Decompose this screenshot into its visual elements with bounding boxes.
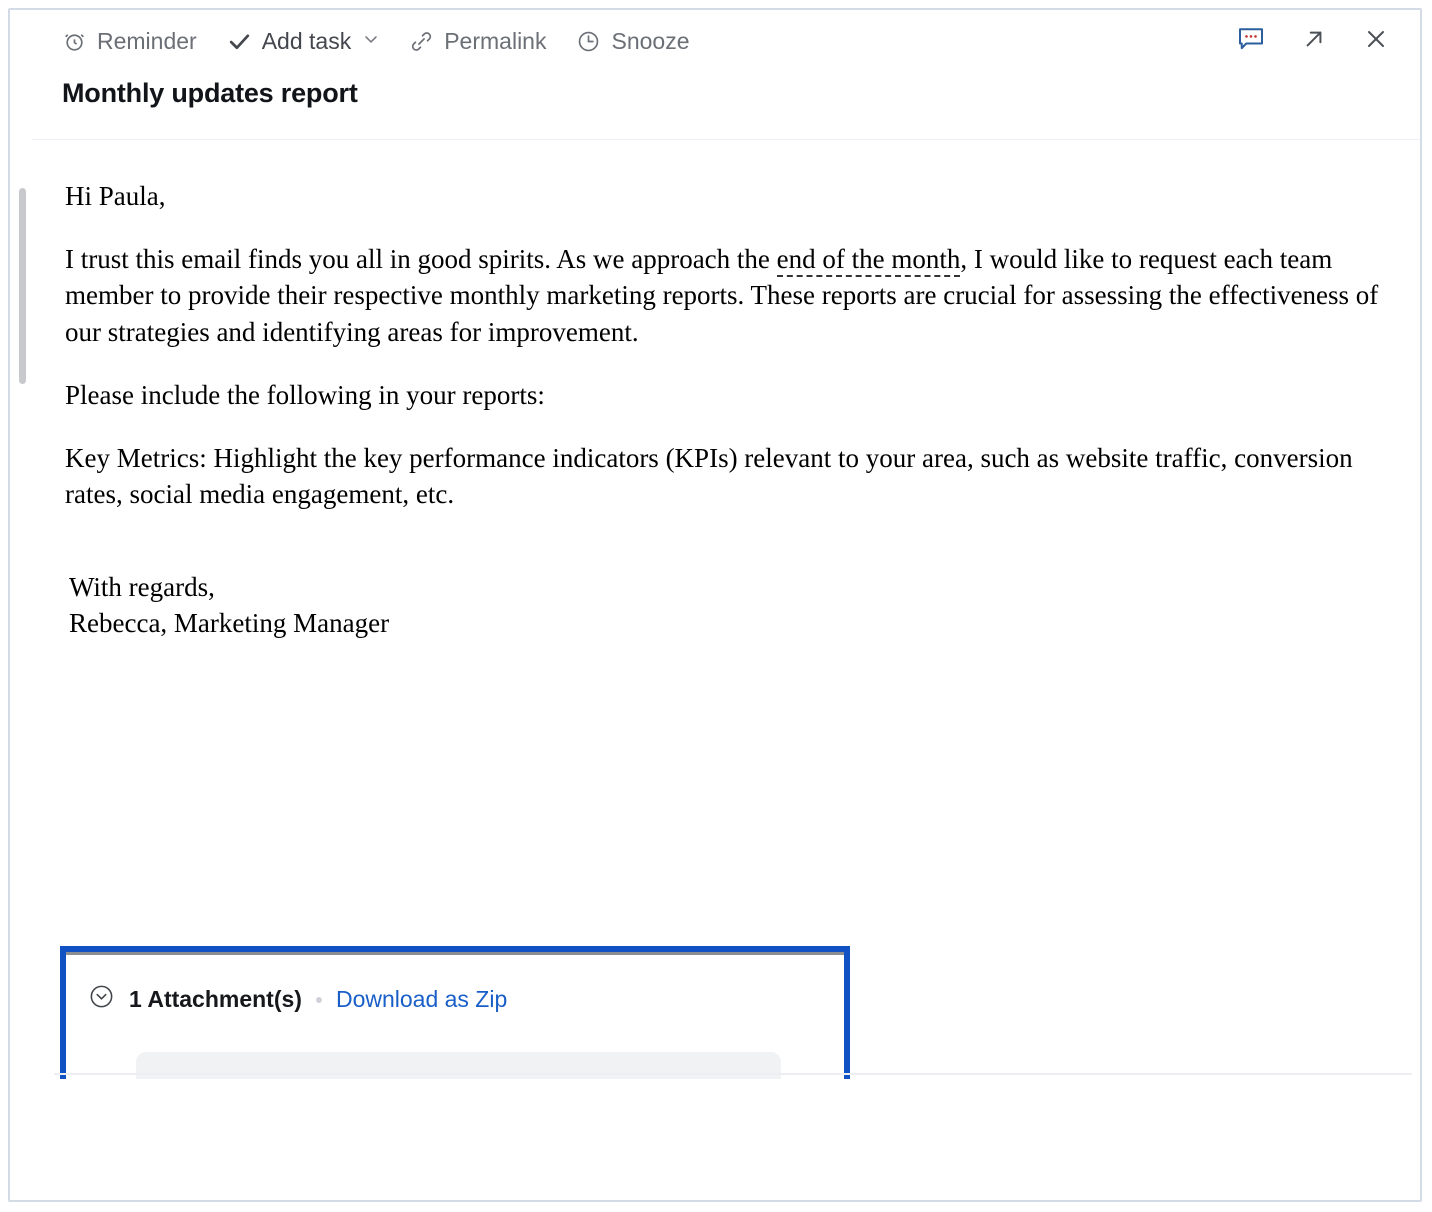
clock-icon: [576, 29, 601, 54]
footer-bottom-line: [54, 1073, 1412, 1075]
alarm-clock-icon: [62, 29, 87, 54]
attachments-highlight-box: 1 Attachment(s) Download as Zip: [60, 946, 850, 1079]
attachments-header: 1 Attachment(s) Download as Zip: [88, 983, 844, 1016]
email-toolbar: Reminder Add task Permalink Snooze: [32, 10, 1420, 72]
add-task-button[interactable]: Add task: [227, 27, 352, 54]
reminder-label: Reminder: [97, 27, 197, 54]
add-task-dropdown-toggle[interactable]: [361, 29, 381, 54]
paragraph-1-part-a: I trust this email finds you all in good…: [65, 244, 777, 275]
scrollbar-thumb[interactable]: [19, 188, 26, 384]
chevron-down-icon: [361, 29, 381, 54]
paragraph-1: I trust this email finds you all in good…: [65, 241, 1380, 350]
screenshot-root: Reminder Add task Permalink Snooze Month…: [0, 0, 1432, 1212]
signoff-line: With regards,: [69, 572, 215, 603]
download-as-zip-link[interactable]: Download as Zip: [336, 986, 507, 1013]
greeting-paragraph: Hi Paula,: [65, 181, 166, 211]
message-body: Hi Paula, I trust this email finds you a…: [32, 140, 1420, 642]
header-actions: [1236, 24, 1412, 59]
permalink-label: Permalink: [444, 27, 547, 54]
add-task-label: Add task: [261, 27, 352, 54]
email-reading-pane: Reminder Add task Permalink Snooze Month…: [8, 8, 1422, 1202]
message-body-scroll-area: Hi Paula, I trust this email finds you a…: [32, 140, 1420, 1079]
vertical-scrollbar[interactable]: [14, 28, 28, 1198]
reminder-button[interactable]: Reminder: [62, 29, 197, 54]
snooze-label: Snooze: [611, 27, 690, 54]
email-header: Reminder Add task Permalink Snooze Month…: [32, 10, 1420, 139]
separator-dot: [315, 996, 322, 1003]
paragraph-1-emphasis: end of the month: [776, 244, 961, 278]
paragraph-2: Please include the following in your rep…: [65, 379, 545, 410]
snooze-button[interactable]: Snooze: [576, 27, 690, 54]
signature-block: With regards, Rebecca, Marketing Manager: [65, 569, 1380, 641]
link-icon: [409, 29, 434, 54]
signature-line: Rebecca, Marketing Manager: [69, 608, 390, 639]
paragraph-3: Key Metrics: Highlight the key performan…: [65, 442, 1353, 510]
checkmark-icon: [227, 29, 252, 54]
open-in-new-icon[interactable]: [1300, 25, 1328, 58]
circle-chevron-down-icon[interactable]: [88, 983, 115, 1016]
attachment-count-label: 1 Attachment(s): [129, 986, 302, 1012]
close-icon[interactable]: [1362, 25, 1390, 58]
attachments-section: 1 Attachment(s) Download as Zip: [66, 952, 844, 1079]
permalink-button[interactable]: Permalink: [409, 29, 546, 54]
comment-bubble-icon[interactable]: [1236, 24, 1266, 59]
page-title: Monthly updates report: [62, 78, 358, 108]
